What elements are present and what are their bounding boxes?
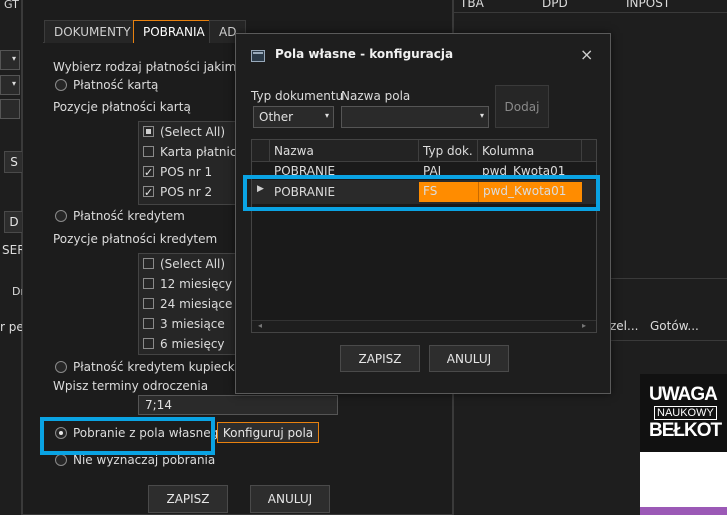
fields-grid[interactable]: Nazwa Typ dok. Kolumna POBRANIE PAI pwd_… xyxy=(251,139,597,333)
column-header-name[interactable]: Nazwa xyxy=(270,140,419,162)
terms-input[interactable]: 7;14 xyxy=(138,395,338,415)
scroll-right-icon[interactable]: ▸ xyxy=(582,321,586,330)
credit-positions-list[interactable]: (Select All) 12 miesięcy 24 miesiące 3 m… xyxy=(138,253,236,355)
bg-dropdown-2[interactable]: ▾ xyxy=(0,75,20,95)
grid-header: Nazwa Typ dok. Kolumna xyxy=(252,140,596,162)
dialog-cancel-button[interactable]: ANULUJ xyxy=(429,345,509,372)
column-header-doc-type[interactable]: Typ dok. xyxy=(419,140,478,162)
credit-positions-label: Pozycje płatności kredytem xyxy=(53,232,218,246)
doc-type-label: Typ dokumentu xyxy=(251,89,344,103)
tab-dokumenty[interactable]: DOKUMENTY xyxy=(44,20,141,43)
bg-field-1[interactable] xyxy=(0,99,20,119)
card-payment-radio[interactable]: Płatność kartą xyxy=(55,78,158,92)
column-header-column[interactable]: Kolumna xyxy=(478,140,582,162)
bg-button-s[interactable]: S xyxy=(4,151,24,173)
left-background-panel: GT ▾ ▾ S D SERT Dr r peł xyxy=(0,0,32,515)
buyer-credit-radio[interactable]: Płatność kredytem kupieckim xyxy=(55,360,250,374)
list-item[interactable]: ✓ POS nr 2 xyxy=(139,182,235,202)
purple-strip xyxy=(640,507,727,515)
field-name-select[interactable]: ▾ xyxy=(341,106,489,128)
radio-icon xyxy=(55,454,67,466)
checkmark-icon: ✓ xyxy=(143,166,154,179)
chevron-down-icon: ▾ xyxy=(479,111,484,120)
main-save-button[interactable]: ZAPISZ xyxy=(148,485,228,513)
checkbox-icon xyxy=(143,258,154,269)
chevron-down-icon: ▾ xyxy=(324,111,329,120)
credit-payment-radio[interactable]: Płatność kredytem xyxy=(55,209,185,223)
bg-header-dpd: DPD xyxy=(542,0,568,10)
configure-fields-button[interactable]: Konfiguruj pola xyxy=(217,422,319,443)
custom-fields-dialog: Pola własne - konfiguracja × Typ dokumen… xyxy=(235,33,611,394)
list-item[interactable]: 6 miesięcy xyxy=(139,334,235,354)
checkbox-icon xyxy=(143,146,154,157)
card-positions-list[interactable]: (Select All) Karta płatnicza ✓POS nr 1 ✓… xyxy=(138,121,236,205)
radio-icon xyxy=(55,210,67,222)
bg-col-gotow: Gotów... xyxy=(650,319,699,333)
main-cancel-button[interactable]: ANULUJ xyxy=(250,485,330,513)
bg-header-tba: TBA xyxy=(460,0,484,10)
radio-icon xyxy=(55,361,67,373)
logo-line-2: NAUKOWY xyxy=(654,406,717,420)
partial-checkbox-icon xyxy=(143,126,154,137)
add-button[interactable]: Dodaj xyxy=(495,85,549,128)
uwaga-logo: UWAGA NAUKOWY BEŁKOT xyxy=(640,374,727,507)
highlight-selected-row xyxy=(243,175,600,211)
card-positions-label: Pozycje płatności kartą xyxy=(53,100,191,114)
table-row[interactable]: POBRANIE PAI pwd_Kwota01 xyxy=(252,162,596,176)
list-item[interactable]: 12 miesięcy xyxy=(139,274,235,294)
bg-label-gt: GT xyxy=(4,0,19,11)
bg-dropdown-1[interactable]: ▾ xyxy=(0,50,20,70)
list-item[interactable]: Karta płatnicza xyxy=(139,142,235,162)
dialog-app-icon xyxy=(251,50,265,62)
checkbox-icon xyxy=(143,338,154,349)
list-item[interactable]: ✓ POS nr 1 xyxy=(139,162,235,182)
doc-type-select[interactable]: Other ▾ xyxy=(253,106,334,128)
grid-horizontal-scrollbar[interactable]: ◂ ▸ xyxy=(252,320,596,332)
list-item[interactable]: (Select All) xyxy=(139,122,235,142)
list-item[interactable]: 3 miesiące xyxy=(139,314,235,334)
dialog-title: Pola własne - konfiguracja xyxy=(275,47,454,61)
radio-icon xyxy=(55,79,67,91)
checkbox-icon xyxy=(143,318,154,329)
field-name-label: Nazwa pola xyxy=(341,89,411,103)
checkbox-icon xyxy=(143,298,154,309)
highlight-own-field xyxy=(40,417,215,455)
tab-pobrania[interactable]: POBRANIA xyxy=(133,20,215,43)
terms-label: Wpisz terminy odroczenia xyxy=(53,379,209,393)
close-icon[interactable]: × xyxy=(580,45,593,64)
no-cod-radio[interactable]: Nie wyznaczaj pobrania xyxy=(55,453,215,467)
dialog-save-button[interactable]: ZAPISZ xyxy=(340,345,420,372)
list-item[interactable]: (Select All) xyxy=(139,254,235,274)
logo-line-3: BEŁKOT xyxy=(649,420,722,441)
checkmark-icon: ✓ xyxy=(143,186,154,199)
bg-button-d[interactable]: D xyxy=(4,211,24,233)
bg-header-inpost: INPOST xyxy=(626,0,671,10)
checkbox-icon xyxy=(143,278,154,289)
list-item[interactable]: 24 miesiące xyxy=(139,294,235,314)
payment-type-intro: Wybierz rodzaj płatności jakimi oz xyxy=(53,60,258,74)
bg-col-zel: zel... xyxy=(610,319,639,333)
logo-line-1: UWAGA xyxy=(649,384,718,405)
scroll-left-icon[interactable]: ◂ xyxy=(258,321,262,330)
